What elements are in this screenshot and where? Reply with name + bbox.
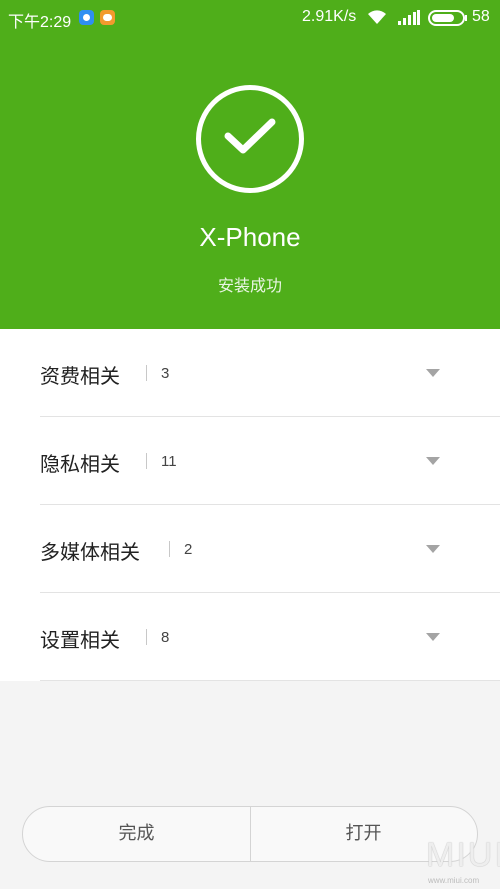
permission-list: 资费相关 3 隐私相关 11 多媒体相关 2 设置相关 8 [0, 329, 500, 681]
permission-row-multimedia[interactable]: 多媒体相关 2 [0, 505, 500, 593]
permission-count: 2 [184, 541, 193, 558]
action-buttons: 完成 打开 [22, 806, 478, 862]
network-speed: 2.91K/s [302, 8, 357, 25]
divider [146, 365, 147, 381]
divider [146, 629, 147, 645]
miui-url: www.miui.com [428, 876, 480, 885]
divider [146, 453, 147, 469]
message-app-icon [100, 10, 115, 25]
permission-label: 设置相关 [40, 628, 120, 652]
install-status: 安装成功 [217, 276, 282, 295]
permission-count: 3 [161, 365, 170, 382]
permission-count: 8 [161, 629, 170, 646]
miui-logo: MIUI [426, 836, 500, 874]
permission-row-privacy[interactable]: 隐私相关 11 [0, 417, 500, 505]
done-button[interactable]: 完成 [23, 807, 250, 861]
chevron-down-icon[interactable] [426, 457, 440, 465]
divider [169, 541, 170, 557]
chevron-down-icon[interactable] [426, 369, 440, 377]
app-name: X-Phone [199, 222, 301, 252]
status-bar: 下午2:29 2.91K/s 58 [0, 0, 500, 36]
battery-icon [428, 10, 468, 31]
chat-app-icon [79, 10, 94, 25]
chevron-down-icon[interactable] [426, 633, 440, 641]
chevron-down-icon[interactable] [426, 545, 440, 553]
wifi-icon [366, 9, 388, 30]
permission-row-settings[interactable]: 设置相关 8 [0, 593, 500, 681]
permission-label: 资费相关 [40, 364, 120, 388]
permission-label: 隐私相关 [40, 452, 120, 476]
battery-level: 58 [472, 8, 490, 25]
install-result-header: 下午2:29 2.91K/s 58 X-Phone 安装成功 [0, 0, 500, 329]
signal-icon [398, 10, 420, 30]
success-check-icon [196, 85, 304, 193]
permission-row-billing[interactable]: 资费相关 3 [0, 329, 500, 417]
permission-count: 11 [161, 453, 177, 470]
status-time: 下午2:29 [8, 14, 72, 31]
permission-label: 多媒体相关 [40, 540, 140, 564]
row-divider [40, 680, 500, 681]
